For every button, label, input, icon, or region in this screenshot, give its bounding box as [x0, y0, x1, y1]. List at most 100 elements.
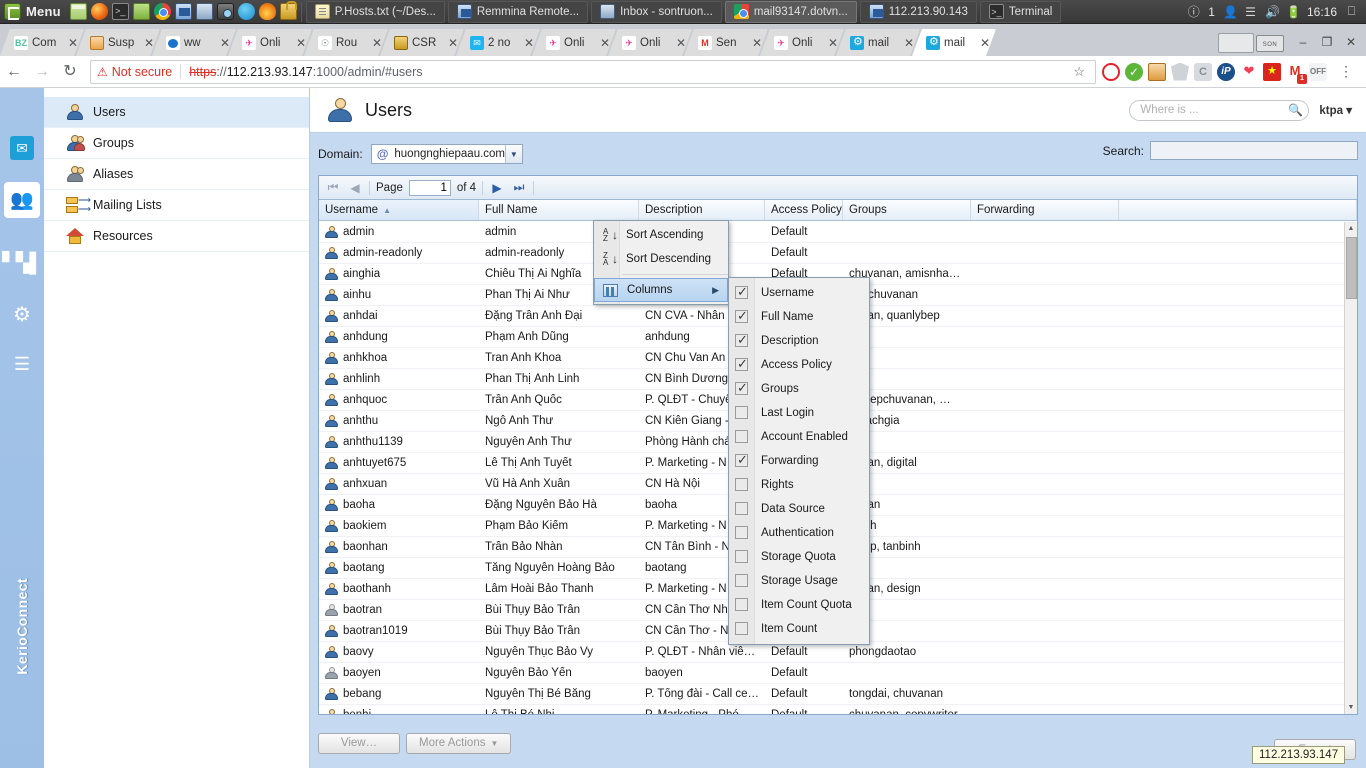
camera-icon[interactable]: [216, 3, 234, 20]
browser-tab-1[interactable]: Susp ✕: [76, 29, 160, 56]
sidebar-item-resources[interactable]: Resources: [44, 221, 309, 252]
domain-select[interactable]: @ huongnghiepaau.com ▼: [370, 144, 523, 164]
close-window-button[interactable]: ✕: [1340, 33, 1362, 53]
browser-tab-6[interactable]: ✉ 2 no ✕: [456, 29, 540, 56]
clock[interactable]: 16:16: [1307, 5, 1337, 19]
window-icon[interactable]: [69, 3, 87, 20]
close-icon[interactable]: ✕: [904, 36, 914, 50]
quick-launch-bar[interactable]: [68, 1, 297, 20]
close-icon[interactable]: ✕: [296, 36, 306, 50]
columns-menu-item[interactable]: Groups: [729, 377, 869, 401]
address-bar[interactable]: ⚠ Not secure https://112.213.93.147:1000…: [90, 59, 1096, 84]
close-icon[interactable]: ✕: [676, 36, 686, 50]
last-page-button[interactable]: ⏭: [511, 180, 527, 195]
table-row[interactable]: benhi Lê Thị Bé Nhi P. Marketing - Phó … De…: [319, 705, 1344, 714]
taskbar-window-mail93147[interactable]: mail93147.dotvn...: [724, 0, 857, 23]
columns-menu-item[interactable]: Item Count: [729, 617, 869, 641]
green-check-icon[interactable]: ✓: [1125, 62, 1143, 81]
checkbox[interactable]: [735, 574, 748, 587]
ip-icon[interactable]: iP: [1217, 62, 1235, 81]
sidebar-item-mailing-lists[interactable]: ⟶ ⟶ Mailing Lists: [44, 190, 309, 221]
browser-tab-11[interactable]: mail ✕: [836, 29, 920, 56]
browser-tab-12-active[interactable]: mail ✕: [912, 29, 996, 56]
column-header-access-policy[interactable]: Access Policy: [765, 200, 843, 220]
terminal-icon[interactable]: [111, 3, 129, 20]
checkbox[interactable]: [735, 430, 748, 443]
close-icon[interactable]: ✕: [600, 36, 610, 50]
maximize-button[interactable]: ❐: [1316, 33, 1338, 53]
user-account-icon[interactable]: 👤: [1223, 5, 1238, 19]
checkbox[interactable]: [735, 598, 748, 611]
lock-icon[interactable]: [279, 1, 297, 20]
table-row[interactable]: bebang Nguyễn Thị Bé Bằng P. Tổng đài - Ca…: [319, 684, 1344, 705]
back-button[interactable]: ←: [0, 58, 28, 86]
c-icon[interactable]: C: [1194, 62, 1212, 81]
security-indicator[interactable]: ⚠ Not secure: [97, 65, 172, 79]
volume-icon[interactable]: 🔊: [1265, 5, 1280, 19]
menu-item-columns[interactable]: Columns ▶: [594, 278, 728, 302]
column-header-fullname[interactable]: Full Name: [479, 200, 639, 220]
sidebar-item-aliases[interactable]: Aliases: [44, 159, 309, 190]
taskbar-window-phosts[interactable]: P.Hosts.txt (~/Des...: [305, 0, 445, 23]
chrome-menu-icon[interactable]: ⋮: [1332, 63, 1360, 80]
checkbox[interactable]: [735, 308, 748, 324]
scroll-up-icon[interactable]: ▲: [1345, 222, 1357, 235]
close-icon[interactable]: ✕: [828, 36, 838, 50]
columns-menu-item[interactable]: Authentication: [729, 521, 869, 545]
columns-menu-item[interactable]: Access Policy: [729, 353, 869, 377]
columns-menu-item[interactable]: Username: [729, 281, 869, 305]
profile-badge[interactable]: son: [1256, 34, 1284, 52]
browser-tab-8[interactable]: ✈ Onli ✕: [608, 29, 692, 56]
table-row[interactable]: baoyen Nguyễn Bảo Yến baoyen Default: [319, 663, 1344, 684]
close-icon[interactable]: ✕: [752, 36, 762, 50]
column-header-description[interactable]: Description: [639, 200, 765, 220]
rail-item-configuration[interactable]: ⚙: [4, 296, 40, 332]
browser-tab-4[interactable]: ☉ Rou ✕: [304, 29, 388, 56]
rail-item-status[interactable]: ▘▚▌: [2, 245, 43, 281]
suspect-icon[interactable]: [1148, 62, 1166, 81]
minimize-button[interactable]: –: [1292, 33, 1314, 53]
rail-item-mail[interactable]: ✉: [4, 130, 40, 166]
skype-icon[interactable]: [237, 3, 255, 20]
taskbar-window-remmina[interactable]: Remmina Remote...: [447, 0, 589, 23]
update-manager-icon[interactable]: ⓘ: [1187, 3, 1200, 20]
columns-menu-item[interactable]: Forwarding: [729, 449, 869, 473]
browser-tab-0[interactable]: BZ Com ✕: [0, 29, 84, 56]
network-icon[interactable]: ☰: [1244, 5, 1257, 19]
where-is-search[interactable]: 🔍: [1129, 99, 1310, 121]
prev-page-button[interactable]: ◀: [347, 181, 363, 195]
bookmark-star-icon[interactable]: ☆: [1069, 64, 1089, 80]
menu-item-sort-ascending[interactable]: A Z ↓ Sort Ascending: [594, 223, 728, 247]
checkbox[interactable]: [735, 284, 748, 300]
scrollbar-thumb[interactable]: [1346, 237, 1357, 299]
checkbox[interactable]: [735, 406, 748, 419]
show-desktop-icon[interactable]: ⎕: [1345, 4, 1358, 19]
checkbox[interactable]: [735, 550, 748, 563]
folder-icon[interactable]: [132, 3, 150, 20]
remmina-icon[interactable]: [174, 3, 192, 20]
checkbox[interactable]: [735, 622, 748, 635]
new-tab-button[interactable]: [1218, 33, 1254, 53]
columns-menu-item[interactable]: Storage Quota: [729, 545, 869, 569]
checkbox[interactable]: [735, 526, 748, 539]
scroll-down-icon[interactable]: ▼: [1345, 701, 1357, 714]
taskbar-window-inbox[interactable]: Inbox - sontruon...: [591, 0, 722, 23]
columns-menu-item[interactable]: Storage Usage: [729, 569, 869, 593]
sidebar-item-groups[interactable]: Groups: [44, 128, 309, 159]
gmail-icon[interactable]: M1: [1286, 62, 1307, 84]
checkbox[interactable]: [735, 452, 748, 468]
forward-button[interactable]: →: [28, 58, 56, 86]
image-viewer-icon[interactable]: [195, 3, 213, 20]
browser-tab-5[interactable]: CSR ✕: [380, 29, 464, 56]
browser-tab-2[interactable]: ww ✕: [152, 29, 236, 56]
search-icon[interactable]: 🔍: [1288, 103, 1303, 117]
table-row[interactable]: admin admin Default: [319, 222, 1344, 243]
firefox-icon[interactable]: [90, 3, 108, 20]
browser-tab-7[interactable]: ✈ Onli ✕: [532, 29, 616, 56]
table-row[interactable]: admin-readonly admin-readonly Default: [319, 243, 1344, 264]
sidebar-item-users[interactable]: Users: [44, 97, 309, 128]
browser-tab-10[interactable]: ✈ Onli ✕: [760, 29, 844, 56]
close-icon[interactable]: ✕: [448, 36, 458, 50]
first-page-button[interactable]: ⏮: [325, 180, 341, 195]
where-is-input[interactable]: [1138, 103, 1289, 117]
